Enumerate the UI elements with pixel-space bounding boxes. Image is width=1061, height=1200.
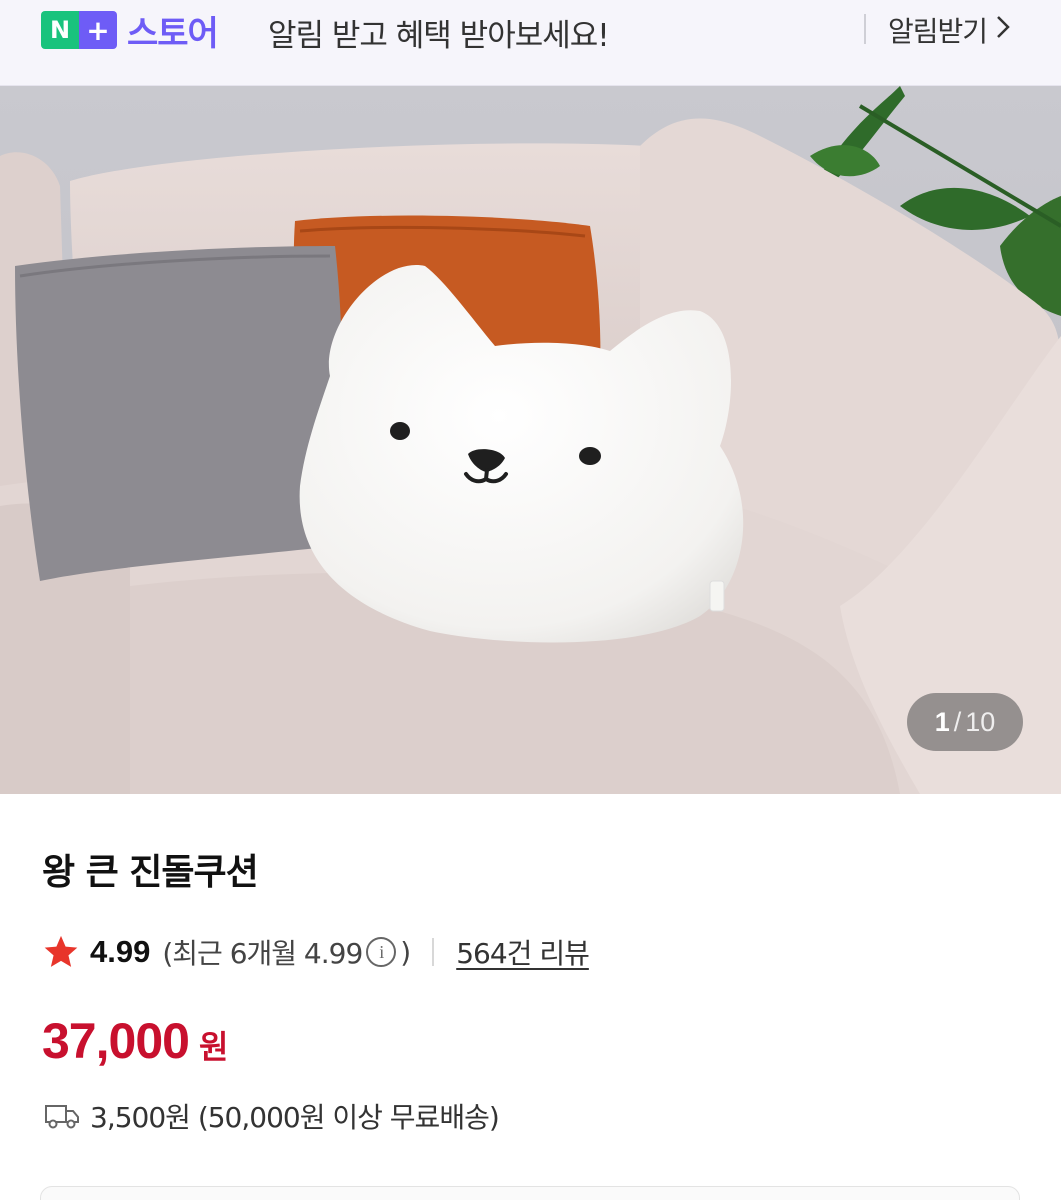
image-current: 1 [934,706,950,737]
notification-banner: N + 스토어 알림 받고 혜택 받아보세요! 알림받기 [0,0,1061,86]
info-icon[interactable]: i [366,937,397,967]
recent-rating-text: (최근 6개월 4.99 [162,937,363,970]
rating-value: 4.99 [90,934,151,969]
banner-divider [864,14,866,44]
price-value: 37,000 [42,1013,190,1069]
banner-message: 알림 받고 혜택 받아보세요! [268,18,610,54]
product-image-gallery[interactable]: 1 / 10 [0,86,1061,794]
rating-divider [432,938,435,966]
subscribe-alert-label: 알림받기 [888,15,988,48]
review-count-link[interactable]: 564건 리뷰 [456,932,590,972]
shipping-row: 3,500원 (50,000원 이상 무료배송) [44,1096,500,1136]
logo-n: N [41,11,79,49]
image-counter: 1 / 10 [907,693,1023,751]
price-currency: 원 [198,1028,229,1066]
naver-plus-store-logo[interactable]: N + 스토어 [41,11,219,54]
next-section-card [40,1186,1020,1200]
recent-rating-close: ) [400,935,411,969]
recent-rating: (최근 6개월 4.99 i ) [162,932,411,972]
truck-icon [45,1105,79,1129]
price-row: 37,000 원 [42,1012,228,1070]
logo-text: 스토어 [127,13,219,54]
rating-row: 4.99 (최근 6개월 4.99 i ) 564건 리뷰 [42,932,590,972]
logo-plus: + [79,11,117,49]
chevron-right-icon [995,14,1011,47]
product-title: 왕 큰 진돌쿠션 [42,852,259,893]
product-photo [0,86,1061,794]
image-total: 10 [965,706,996,737]
star-icon [44,935,78,967]
shipping-text: 3,500원 (50,000원 이상 무료배송) [90,1101,500,1134]
image-separator: / [953,706,962,737]
subscribe-alert-button[interactable]: 알림받기 [888,10,1011,50]
